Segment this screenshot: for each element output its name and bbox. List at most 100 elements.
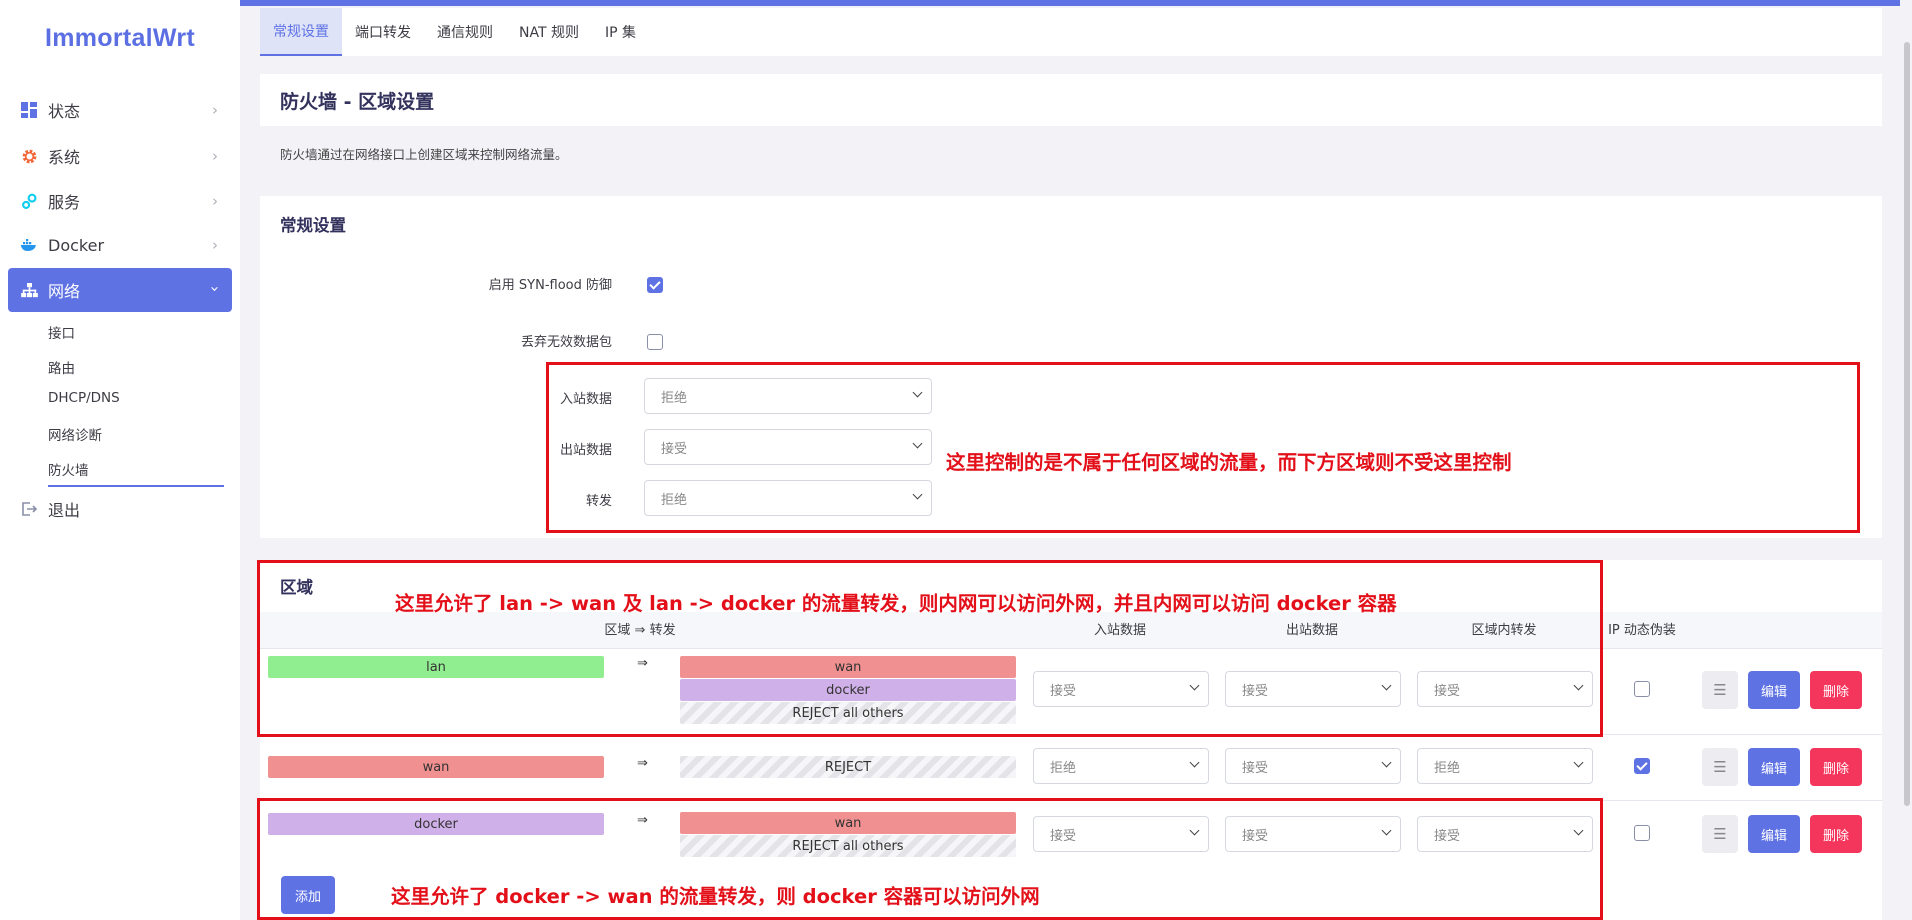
zone-forward-select[interactable]: 接受	[1417, 671, 1593, 707]
zone-badge-wan: wan	[268, 756, 604, 778]
add-zone-button[interactable]: 添加	[281, 876, 335, 914]
top-accent-bar	[240, 0, 1912, 6]
chevron-down-icon	[912, 489, 923, 500]
dashboard-icon	[20, 101, 38, 119]
tab-traffic-rules[interactable]: 通信规则	[424, 8, 506, 56]
zone-output-select[interactable]: 接受	[1225, 816, 1401, 852]
zone-input-select[interactable]: 接受	[1033, 671, 1209, 707]
select-value: 接受	[1242, 828, 1269, 844]
select-value: 拒绝	[1434, 760, 1461, 776]
zone-forward-select[interactable]: 拒绝	[1417, 748, 1593, 784]
select-value: 拒绝	[661, 390, 688, 406]
sidebar-sub-routes[interactable]: 路由	[48, 357, 224, 377]
edit-button[interactable]: 编辑	[1748, 671, 1800, 709]
chevron-down-icon	[1189, 680, 1200, 691]
tab-ipsets[interactable]: IP 集	[592, 8, 649, 56]
general-settings-card: 常规设置	[260, 196, 1882, 538]
delete-button[interactable]: 删除	[1810, 748, 1862, 786]
delete-button[interactable]: 删除	[1810, 815, 1862, 853]
delete-button[interactable]: 删除	[1810, 671, 1862, 709]
app-logo: ImmortalWrt	[44, 24, 196, 52]
masq-checkbox[interactable]	[1634, 825, 1650, 841]
header-input: 入站数据	[1093, 623, 1146, 638]
annotation-text: 这里控制的是不属于任何区域的流量，而下方区域则不受这里控制	[946, 451, 1512, 474]
zone-forward-select[interactable]: 接受	[1417, 816, 1593, 852]
zone-input-select[interactable]: 接受	[1033, 816, 1209, 852]
sidebar-item-system[interactable]: 系统 ›	[8, 134, 232, 178]
sidebar-sub-dhcp[interactable]: DHCP/DNS	[48, 390, 224, 406]
chevron-down-icon	[1573, 757, 1584, 768]
sidebar-item-docker[interactable]: Docker ›	[8, 223, 232, 267]
chevron-right-icon: ›	[212, 101, 218, 119]
drag-handle[interactable]: ☰	[1702, 815, 1738, 853]
select-value: 接受	[1050, 828, 1077, 844]
tab-nat-rules[interactable]: NAT 规则	[506, 8, 592, 56]
sidebar: ImmortalWrt 状态 › 系统 › 服务 › Docker › 网络 ›	[0, 0, 240, 920]
chevron-down-icon	[1189, 757, 1200, 768]
drop-invalid-checkbox[interactable]	[647, 334, 663, 350]
forward-policy-select[interactable]: 拒绝	[644, 480, 932, 516]
output-policy-select[interactable]: 接受	[644, 429, 932, 465]
drag-handle[interactable]: ☰	[1702, 748, 1738, 786]
page-scrollbar[interactable]	[1900, 0, 1912, 920]
zone-badge-docker: docker	[680, 679, 1016, 701]
input-policy-label: 入站数据	[559, 392, 612, 407]
drag-handle[interactable]: ☰	[1702, 671, 1738, 709]
edit-button[interactable]: 编辑	[1748, 748, 1800, 786]
sidebar-item-label: 系统	[48, 148, 81, 167]
chevron-right-icon: ›	[212, 236, 218, 254]
tab-port-forwards[interactable]: 端口转发	[342, 8, 424, 56]
sidebar-sub-diagnostics[interactable]: 网络诊断	[48, 424, 224, 444]
select-value: 接受	[661, 441, 688, 457]
chevron-down-icon	[912, 438, 923, 449]
select-value: 拒绝	[1050, 760, 1077, 776]
header-zone-forward: 区域 ⇒ 转发	[604, 623, 676, 638]
select-value: 接受	[1434, 683, 1461, 699]
sidebar-sub-interfaces[interactable]: 接口	[48, 322, 224, 342]
header-intra-forward: 区域内转发	[1471, 623, 1537, 638]
gear-icon	[20, 147, 38, 165]
sidebar-item-label: 网络	[48, 282, 81, 301]
sidebar-item-network[interactable]: 网络 ›	[8, 268, 232, 312]
chevron-down-icon	[1381, 757, 1392, 768]
select-value: 接受	[1434, 828, 1461, 844]
tab-general[interactable]: 常规设置	[260, 8, 342, 56]
chevron-down-icon	[1381, 825, 1392, 836]
masq-checkbox[interactable]	[1634, 681, 1650, 697]
select-value: 接受	[1242, 760, 1269, 776]
scrollbar-thumb[interactable]	[1904, 42, 1910, 806]
annotation-text: 这里允许了 lan -> wan 及 lan -> docker 的流量转发，则…	[395, 592, 1397, 615]
section-title: 区域	[280, 578, 313, 597]
header-output: 出站数据	[1285, 623, 1338, 638]
sidebar-sub-firewall[interactable]: 防火墙	[48, 459, 224, 487]
section-title: 常规设置	[280, 216, 346, 235]
syn-flood-label: 启用 SYN-flood 防御	[488, 278, 612, 293]
select-value: 拒绝	[661, 492, 688, 508]
input-policy-select[interactable]: 拒绝	[644, 378, 932, 414]
sidebar-item-label: 状态	[48, 102, 81, 121]
tab-bar: 常规设置 端口转发 通信规则 NAT 规则 IP 集	[260, 8, 1882, 56]
forward-policy-label: 转发	[585, 494, 612, 509]
zone-badge-wan: wan	[680, 656, 1016, 678]
zone-output-select[interactable]: 接受	[1225, 748, 1401, 784]
sidebar-item-services[interactable]: 服务 ›	[8, 179, 232, 223]
sidebar-item-logout[interactable]: 退出	[8, 487, 232, 531]
services-icon	[20, 192, 38, 210]
chevron-down-icon: ›	[206, 286, 224, 292]
zone-output-select[interactable]: 接受	[1225, 671, 1401, 707]
syn-flood-checkbox[interactable]	[647, 277, 663, 293]
sidebar-item-status[interactable]: 状态 ›	[8, 88, 232, 132]
chevron-down-icon	[1189, 825, 1200, 836]
edit-button[interactable]: 编辑	[1748, 815, 1800, 853]
masq-checkbox[interactable]	[1634, 758, 1650, 774]
sidebar-item-label: 服务	[48, 193, 81, 212]
chevron-down-icon	[1573, 680, 1584, 691]
forward-arrow: ⇒	[637, 756, 648, 771]
zone-input-select[interactable]: 拒绝	[1033, 748, 1209, 784]
chevron-right-icon: ›	[212, 147, 218, 165]
logout-icon	[20, 500, 38, 518]
annotation-text: 这里允许了 docker -> wan 的流量转发，则 docker 容器可以访…	[391, 885, 1040, 908]
policy-badge: REJECT all others	[680, 702, 1016, 724]
page-title: 防火墙 - 区域设置	[280, 90, 435, 113]
zone-badge-docker: docker	[268, 813, 604, 835]
